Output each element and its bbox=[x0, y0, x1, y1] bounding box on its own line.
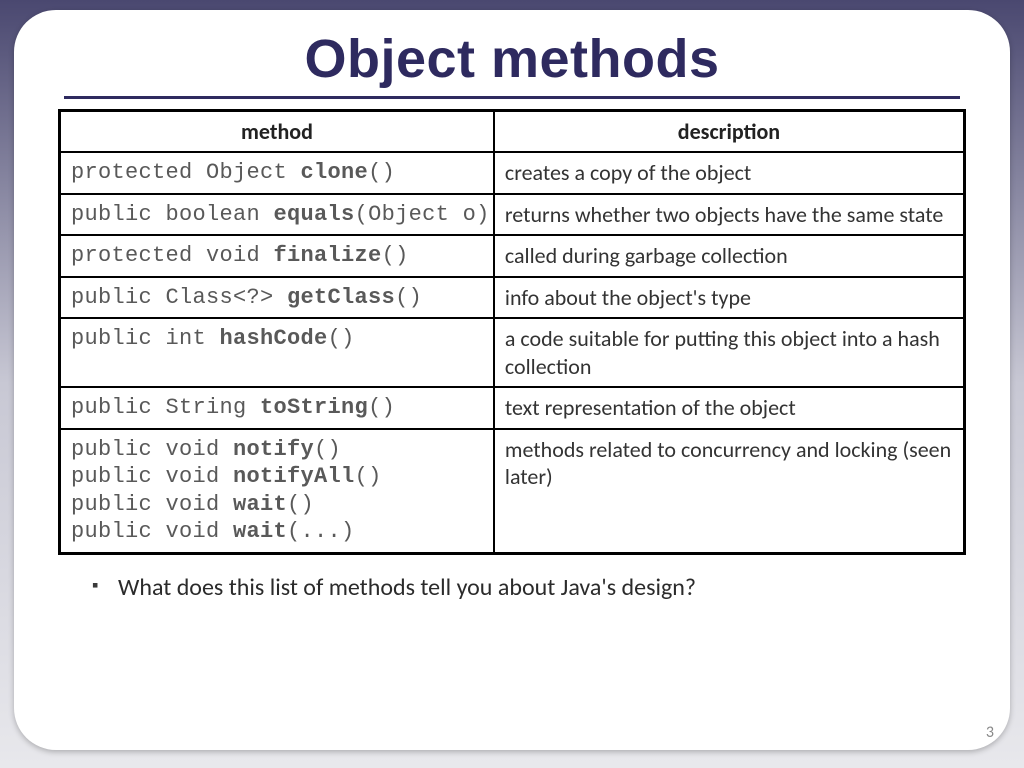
table-row: protected void finalize() called during g… bbox=[60, 235, 965, 277]
method-signature-cell: protected Object clone() bbox=[60, 152, 494, 194]
method-name: finalize bbox=[274, 243, 382, 268]
method-description-cell: methods related to concurrency and locki… bbox=[494, 429, 965, 554]
method-name: equals bbox=[274, 202, 355, 227]
bullet-list: What does this list of methods tell you … bbox=[92, 573, 966, 602]
method-signature-cell: public void notify() public void notifyA… bbox=[60, 429, 494, 554]
method-signature-cell: public int hashCode() bbox=[60, 318, 494, 387]
method-name: notifyAll bbox=[233, 464, 355, 489]
method-signature: public int hashCode() bbox=[71, 325, 483, 353]
bullet-question: What does this list of methods tell you … bbox=[92, 573, 966, 602]
header-method: method bbox=[60, 111, 494, 153]
methods-table: method description protected Object clon… bbox=[58, 109, 966, 555]
table-row: public String toString() text representat… bbox=[60, 387, 965, 429]
table-row: public boolean equals(Object o) returns w… bbox=[60, 194, 965, 236]
method-name: hashCode bbox=[220, 326, 328, 351]
method-description-cell: called during garbage collection bbox=[494, 235, 965, 277]
method-name: getClass bbox=[287, 285, 395, 310]
method-signature: protected Object clone() bbox=[71, 159, 483, 187]
method-name: toString bbox=[260, 395, 368, 420]
method-signature-cell: public Class<?> getClass() bbox=[60, 277, 494, 319]
table-row: public int hashCode() a code suitable for… bbox=[60, 318, 965, 387]
method-signature: public Class<?> getClass() bbox=[71, 284, 483, 312]
method-signature: protected void finalize() bbox=[71, 242, 483, 270]
method-name: wait bbox=[233, 519, 287, 544]
slide: Object methods method description protec… bbox=[14, 10, 1010, 750]
method-description-cell: a code suitable for putting this object … bbox=[494, 318, 965, 387]
table-row: public Class<?> getClass() info about the… bbox=[60, 277, 965, 319]
method-name: wait bbox=[233, 492, 287, 517]
table-row: public void notify() public void notifyA… bbox=[60, 429, 965, 554]
method-signature-cell: protected void finalize() bbox=[60, 235, 494, 277]
method-description-cell: info about the object's type bbox=[494, 277, 965, 319]
method-signature: public boolean equals(Object o) bbox=[71, 201, 483, 229]
method-description-cell: text representation of the object bbox=[494, 387, 965, 429]
page-number: 3 bbox=[986, 723, 994, 742]
title-underline bbox=[64, 96, 960, 99]
method-name: clone bbox=[301, 160, 369, 185]
table-row: protected Object clone() creates a copy o… bbox=[60, 152, 965, 194]
header-description: description bbox=[494, 111, 965, 153]
slide-title: Object methods bbox=[58, 28, 966, 90]
method-signature-cell: public boolean equals(Object o) bbox=[60, 194, 494, 236]
method-signature: public String toString() bbox=[71, 394, 483, 422]
method-description-cell: creates a copy of the object bbox=[494, 152, 965, 194]
table-header-row: method description bbox=[60, 111, 965, 153]
method-description-cell: returns whether two objects have the sam… bbox=[494, 194, 965, 236]
method-signature: public void notify() public void notifyA… bbox=[71, 436, 483, 546]
method-signature-cell: public String toString() bbox=[60, 387, 494, 429]
method-name: notify bbox=[233, 437, 314, 462]
